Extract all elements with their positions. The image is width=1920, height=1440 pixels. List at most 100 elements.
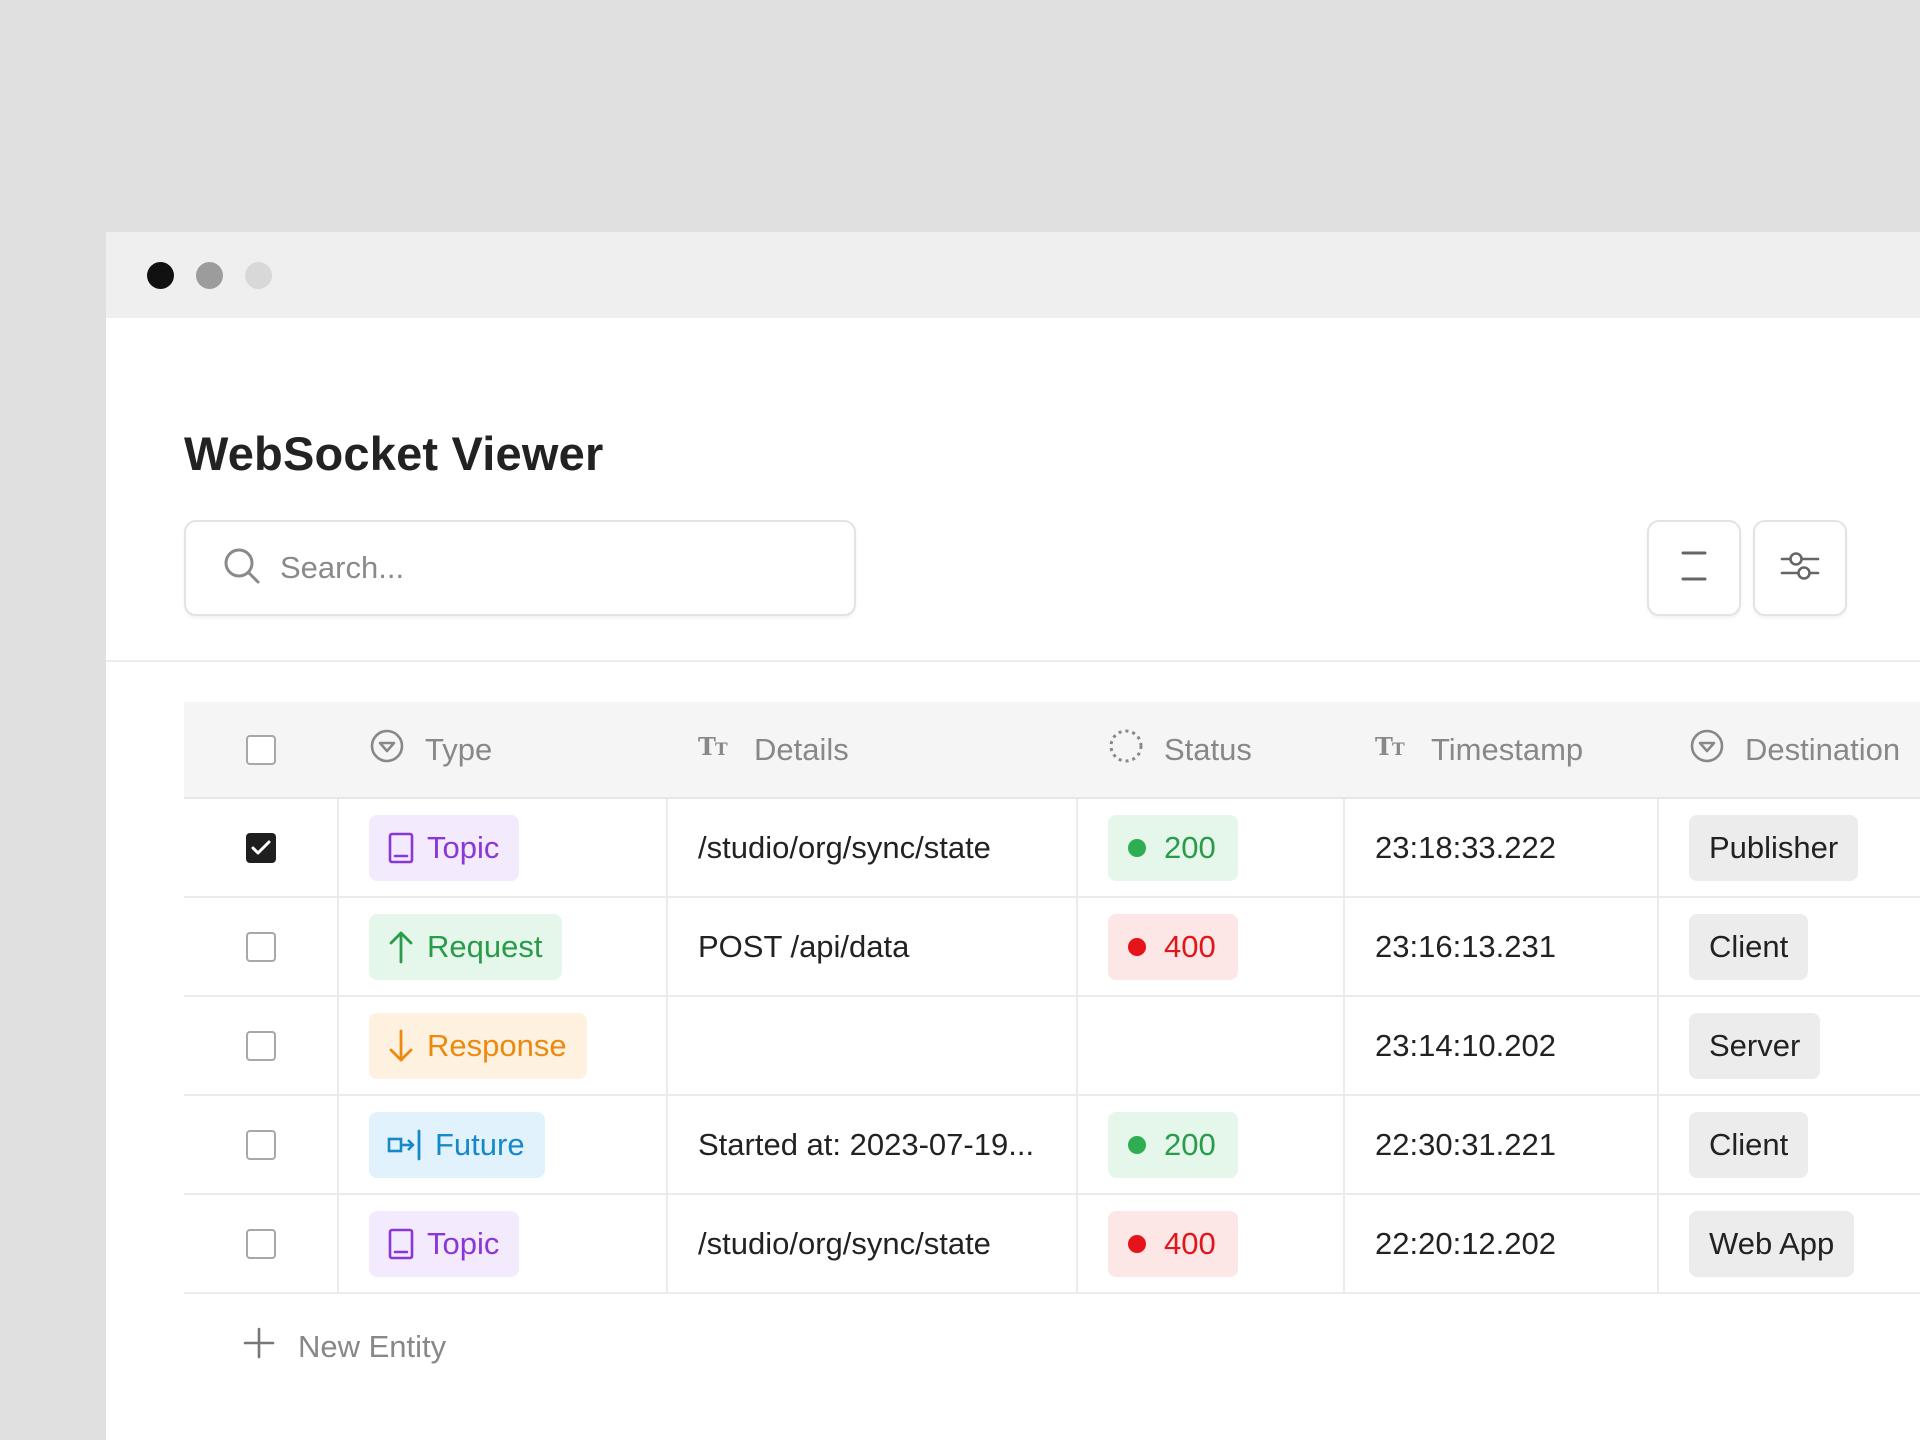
column-header-status[interactable]: Status xyxy=(1078,702,1345,797)
status-cell: 400 xyxy=(1078,1195,1345,1292)
type-tag-topic[interactable]: Topic xyxy=(369,1210,520,1277)
row-select-cell xyxy=(184,799,339,896)
status-code: 400 xyxy=(1164,1225,1216,1261)
check-icon xyxy=(251,840,271,854)
svg-text:T: T xyxy=(1392,740,1405,760)
type-label: Topic xyxy=(427,1225,500,1261)
status-code: 200 xyxy=(1164,1126,1216,1162)
status-cell: 200 xyxy=(1078,1096,1345,1193)
timestamp-cell: 22:30:31.221 xyxy=(1345,1096,1659,1193)
details-cell xyxy=(668,997,1078,1094)
search-box[interactable] xyxy=(184,520,856,616)
sliders-icon xyxy=(1780,547,1820,590)
destination-tag[interactable]: Client xyxy=(1689,913,1809,980)
table-header-row: Type TT Details Status TT Timestamp Dest… xyxy=(184,702,1920,799)
status-column-icon xyxy=(1108,728,1164,772)
column-header-type[interactable]: Type xyxy=(339,702,668,797)
type-cell: Request xyxy=(339,898,668,995)
row-select-cell xyxy=(184,997,339,1094)
type-cell: Topic xyxy=(339,1195,668,1292)
column-label: Timestamp xyxy=(1431,731,1584,767)
status-dot xyxy=(1128,1234,1146,1253)
window-maximize-button[interactable] xyxy=(245,261,272,289)
details-cell: /studio/org/sync/state xyxy=(668,1195,1078,1292)
destination-tag[interactable]: Client xyxy=(1689,1111,1809,1178)
svg-text:T: T xyxy=(698,732,716,761)
type-label: Request xyxy=(427,928,543,964)
document-icon xyxy=(388,1228,414,1259)
status-badge: 200 xyxy=(1108,814,1238,881)
column-label: Type xyxy=(425,731,493,767)
column-label: Status xyxy=(1164,731,1252,767)
row-select-cell xyxy=(184,1195,339,1292)
destination-cell: Server xyxy=(1659,997,1920,1094)
text-column-icon: TT xyxy=(698,731,754,769)
new-entity-button[interactable]: New Entity xyxy=(242,1326,446,1368)
window-close-button[interactable] xyxy=(147,261,174,289)
table-row[interactable]: Topic /studio/org/sync/state 400 22:20:1… xyxy=(184,1195,1920,1294)
status-cell: 400 xyxy=(1078,898,1345,995)
header-divider xyxy=(106,660,1920,662)
entity-table: Type TT Details Status TT Timestamp Dest… xyxy=(184,702,1920,1294)
new-entity-label: New Entity xyxy=(298,1329,447,1364)
text-column-icon: TT xyxy=(1375,731,1431,769)
table-row[interactable]: Future Started at: 2023-07-19... 200 22:… xyxy=(184,1096,1920,1195)
column-header-timestamp[interactable]: TT Timestamp xyxy=(1345,702,1659,797)
column-header-destination[interactable]: Destination xyxy=(1659,702,1920,797)
search-icon xyxy=(222,546,262,591)
type-cell: Future xyxy=(339,1096,668,1193)
svg-text:T: T xyxy=(715,740,728,760)
filter-settings-button[interactable] xyxy=(1753,520,1847,616)
type-tag-future[interactable]: Future xyxy=(369,1111,545,1178)
type-tag-response[interactable]: Response xyxy=(369,1012,587,1079)
destination-tag[interactable]: Web App xyxy=(1689,1210,1855,1277)
window-minimize-button[interactable] xyxy=(196,261,223,289)
row-checkbox[interactable] xyxy=(246,832,276,863)
svg-text:T: T xyxy=(1375,732,1393,761)
row-checkbox[interactable] xyxy=(246,931,276,962)
density-button[interactable] xyxy=(1647,520,1741,616)
details-cell: POST /api/data xyxy=(668,898,1078,995)
status-dot xyxy=(1128,838,1146,857)
table-row[interactable]: Topic /studio/org/sync/state 200 23:18:3… xyxy=(184,799,1920,898)
status-dot xyxy=(1128,937,1146,956)
table-row[interactable]: Response 23:14:10.202 Server xyxy=(184,997,1920,1096)
type-cell: Response xyxy=(339,997,668,1094)
destination-cell: Web App xyxy=(1659,1195,1920,1292)
page-title: WebSocket Viewer xyxy=(184,427,604,480)
destination-cell: Publisher xyxy=(1659,799,1920,896)
type-label: Future xyxy=(435,1126,525,1162)
arrow-down-icon xyxy=(389,1029,413,1061)
timestamp-cell: 22:20:12.202 xyxy=(1345,1195,1659,1292)
table-row[interactable]: Request POST /api/data 400 23:16:13.231 … xyxy=(184,898,1920,997)
destination-tag[interactable]: Server xyxy=(1689,1012,1821,1079)
type-tag-topic[interactable]: Topic xyxy=(369,814,520,881)
status-cell: 200 xyxy=(1078,799,1345,896)
destination-tag[interactable]: Publisher xyxy=(1689,814,1859,881)
row-checkbox[interactable] xyxy=(246,1228,276,1259)
row-select-cell xyxy=(184,1096,339,1193)
destination-cell: Client xyxy=(1659,898,1920,995)
row-select-cell xyxy=(184,898,339,995)
row-checkbox[interactable] xyxy=(246,1129,276,1160)
window-titlebar xyxy=(106,232,1920,318)
timestamp-cell: 23:16:13.231 xyxy=(1345,898,1659,995)
rows-icon xyxy=(1678,549,1710,588)
row-checkbox[interactable] xyxy=(246,1030,276,1061)
details-cell: /studio/org/sync/state xyxy=(668,799,1078,896)
status-code: 400 xyxy=(1164,928,1216,964)
status-code: 200 xyxy=(1164,829,1216,865)
document-icon xyxy=(388,832,414,863)
type-tag-request[interactable]: Request xyxy=(369,913,563,980)
status-cell xyxy=(1078,997,1345,1094)
select-all-checkbox[interactable] xyxy=(246,734,276,765)
column-header-details[interactable]: TT Details xyxy=(668,702,1078,797)
timestamp-cell: 23:18:33.222 xyxy=(1345,799,1659,896)
plus-icon xyxy=(242,1326,276,1368)
status-badge: 400 xyxy=(1108,1210,1238,1277)
status-dot xyxy=(1128,1135,1146,1154)
search-input[interactable] xyxy=(280,550,840,586)
app-window: WebSocket Viewer Search... Type T T Deta… xyxy=(106,232,1920,1440)
type-label: Topic xyxy=(427,829,500,865)
select-column-icon xyxy=(1689,728,1745,772)
